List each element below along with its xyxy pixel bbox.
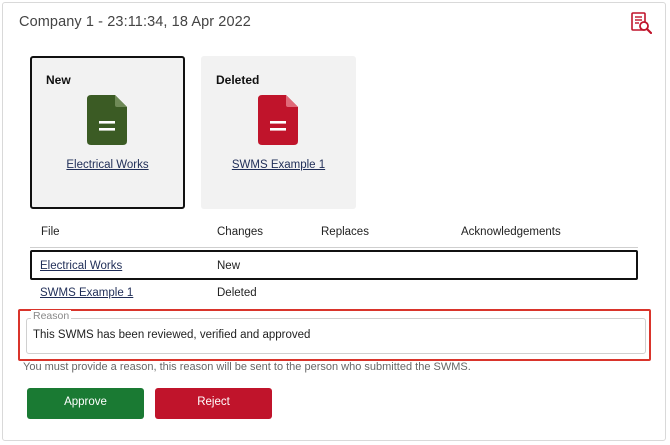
row-changes: New xyxy=(217,260,241,272)
approve-button[interactable]: Approve xyxy=(27,388,144,419)
reason-input-value[interactable]: This SWMS has been reviewed, verified an… xyxy=(33,329,310,341)
row-changes: Deleted xyxy=(217,287,257,299)
reason-helper-text: You must provide a reason, this reason w… xyxy=(23,361,471,373)
card-file-link[interactable]: SWMS Example 1 xyxy=(201,159,356,171)
file-icon xyxy=(87,95,127,145)
reject-button[interactable]: Reject xyxy=(155,388,272,419)
column-header-file: File xyxy=(41,226,60,238)
page-title: Company 1 - 23:11:34, 18 Apr 2022 xyxy=(19,14,251,30)
row-file-link[interactable]: Electrical Works xyxy=(40,260,122,272)
reason-label: Reason xyxy=(31,310,72,322)
file-card-deleted[interactable]: Deleted SWMS Example 1 xyxy=(201,56,356,209)
file-icon xyxy=(258,95,298,145)
row-file-link[interactable]: SWMS Example 1 xyxy=(40,287,133,299)
file-card-new[interactable]: New Electrical Works xyxy=(30,56,185,209)
column-header-replaces: Replaces xyxy=(321,226,369,238)
table-row[interactable]: Electrical Works New xyxy=(30,250,638,280)
document-search-icon[interactable] xyxy=(630,12,652,34)
column-header-acknowledgements: Acknowledgements xyxy=(461,226,561,238)
header-divider xyxy=(30,247,638,248)
card-status-label: New xyxy=(46,73,71,87)
column-header-changes: Changes xyxy=(217,226,264,238)
card-file-link[interactable]: Electrical Works xyxy=(32,159,183,171)
table-row[interactable]: SWMS Example 1 Deleted xyxy=(30,280,638,310)
card-status-label: Deleted xyxy=(216,73,260,87)
